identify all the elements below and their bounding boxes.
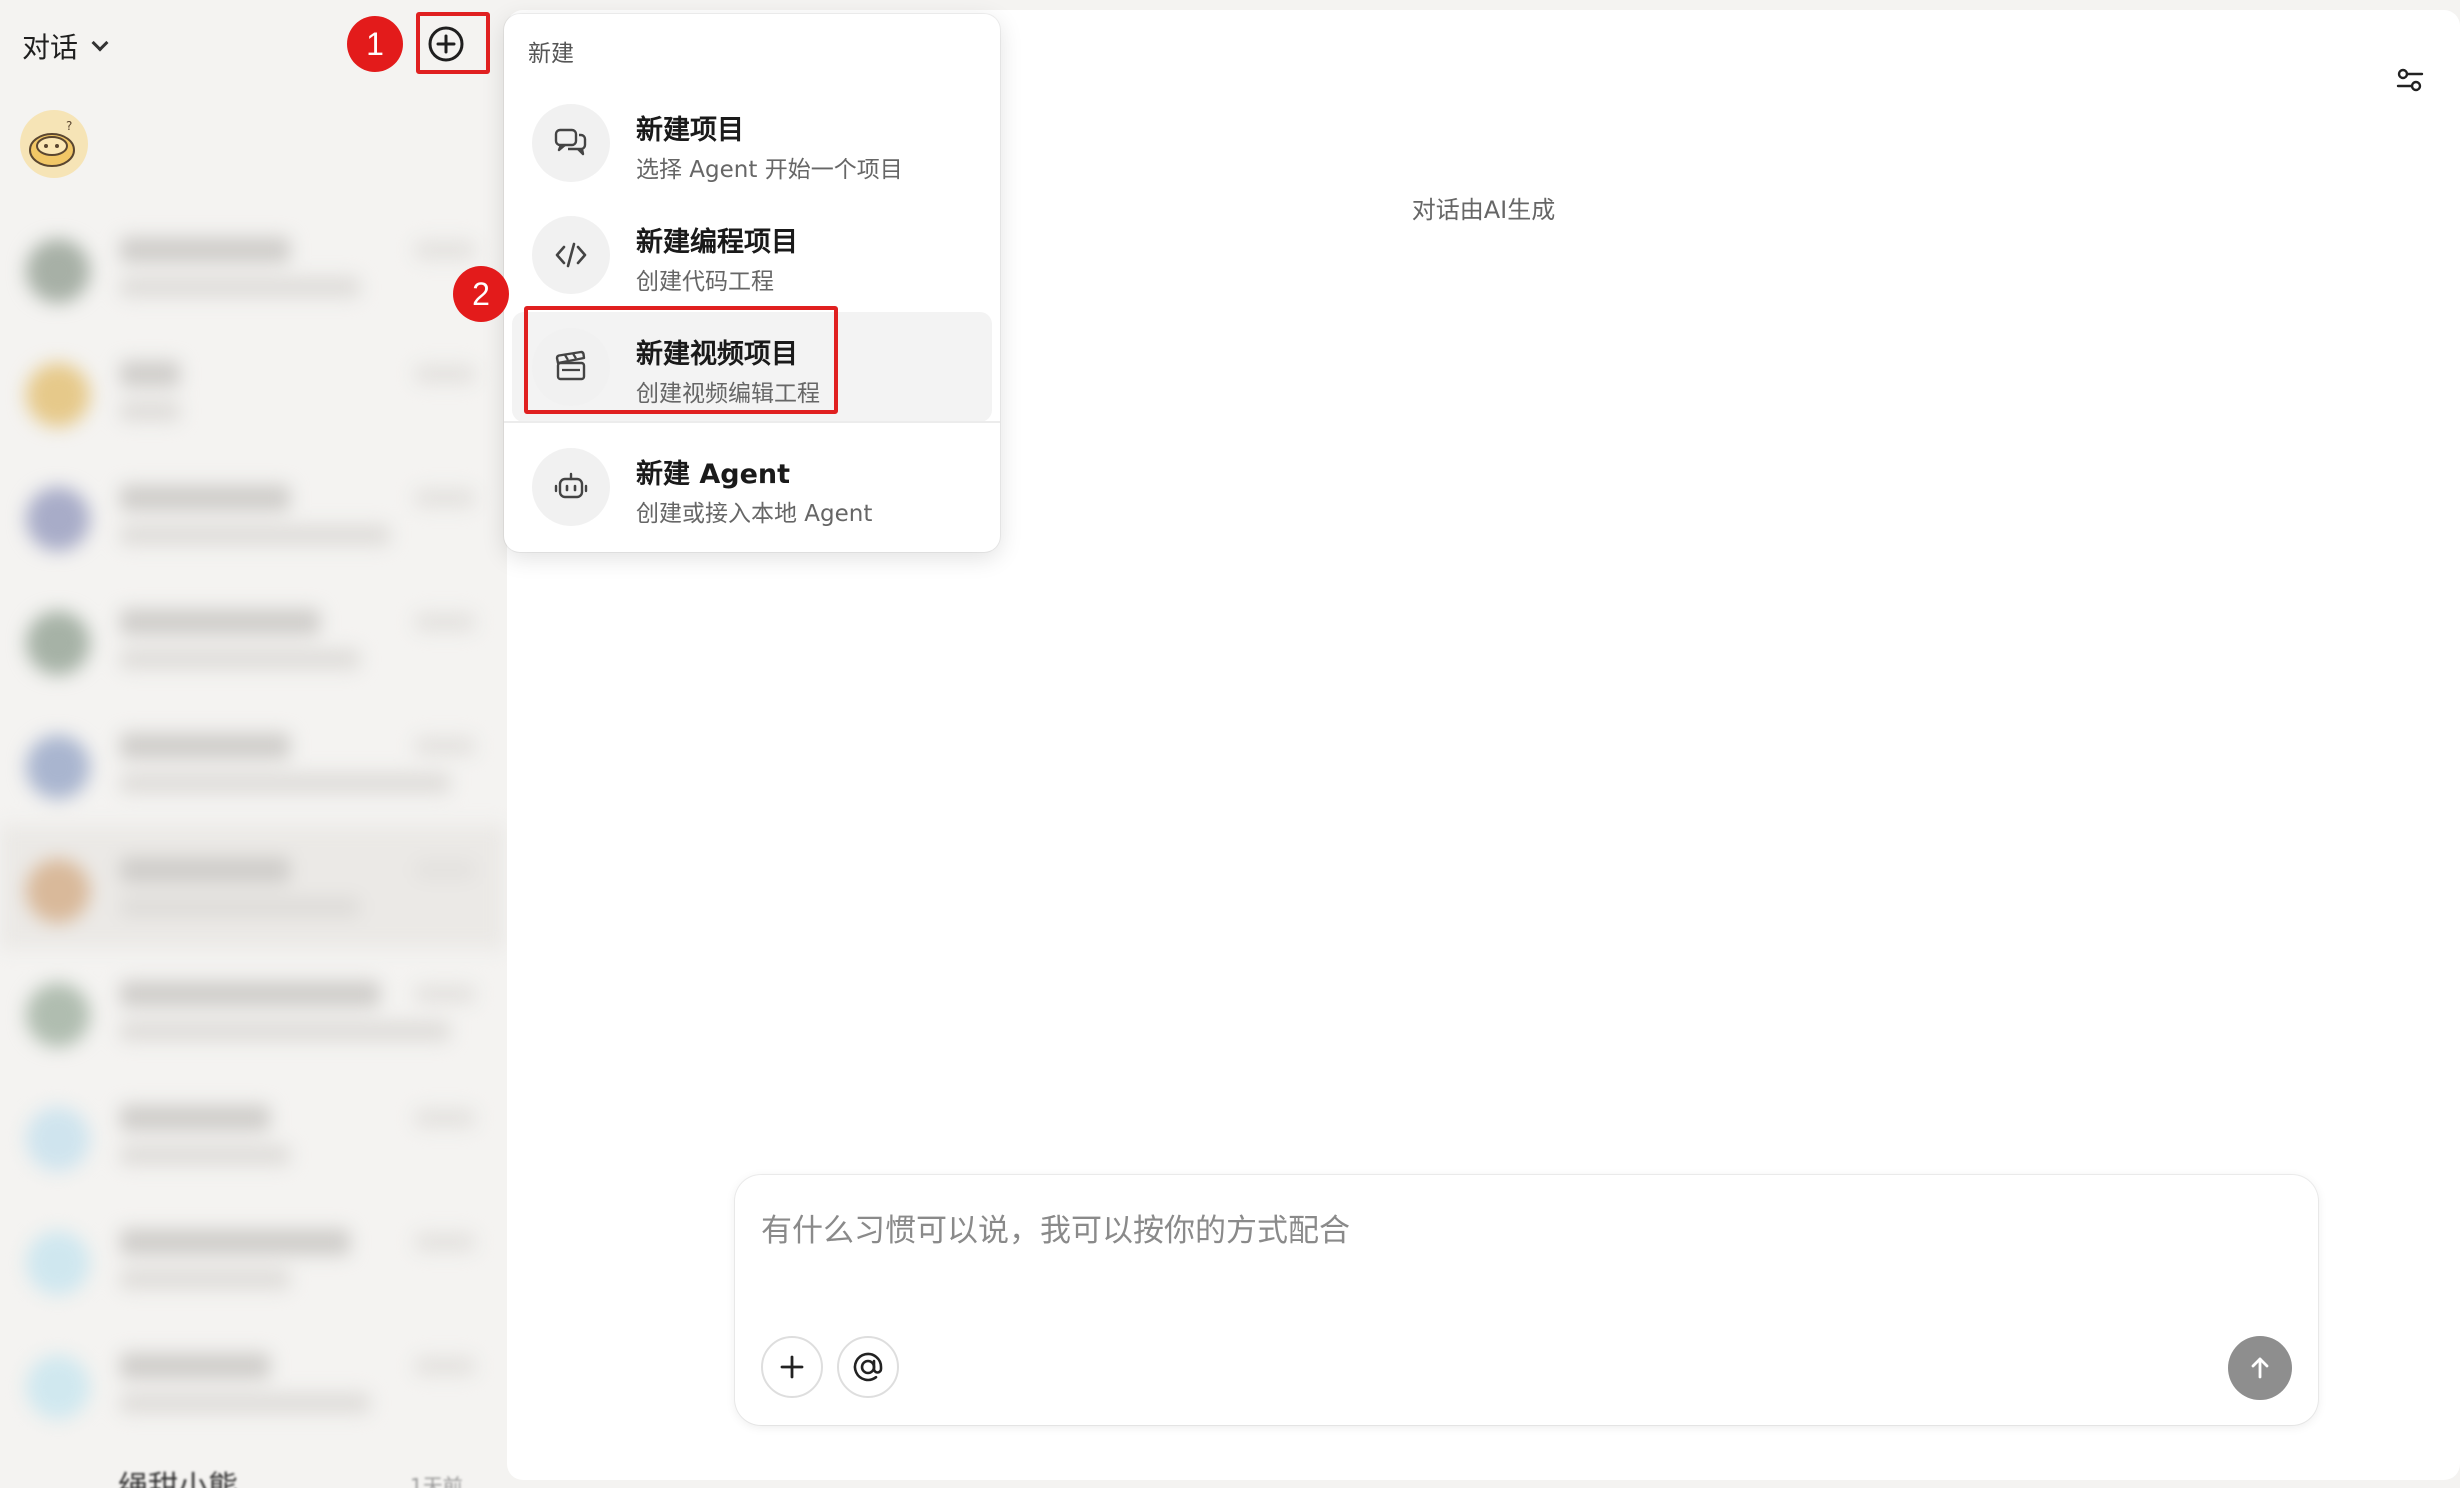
conversation-title-placeholder	[120, 237, 290, 263]
conversation-preview-placeholder	[120, 1269, 290, 1289]
settings-button[interactable]	[2390, 60, 2430, 100]
conversation-preview-placeholder	[120, 1145, 290, 1165]
conversation-time-placeholder	[415, 241, 475, 259]
sidebar: 对话 ? 绳甜小熊 1天前	[0, 0, 505, 1488]
send-button[interactable]	[2228, 1336, 2292, 1400]
avatar	[26, 363, 90, 427]
new-menu: 新建 新建项目 选择 Agent 开始一个项目 新建编程项目 创建代码工程 新建…	[504, 14, 1000, 552]
conversation-title-placeholder	[120, 981, 380, 1007]
conversation-time-placeholder	[415, 861, 475, 879]
conversation-time-placeholder	[415, 613, 475, 631]
sliders-icon	[2396, 68, 2424, 92]
avatar	[26, 1355, 90, 1419]
conversation-title-placeholder	[120, 485, 290, 511]
plus-icon	[780, 1355, 804, 1379]
menu-item-new-agent[interactable]: 新建 Agent 创建或接入本地 Agent	[512, 432, 992, 542]
menu-item-desc: 创建或接入本地 Agent	[636, 501, 873, 527]
at-sign-icon	[853, 1352, 883, 1382]
conversation-preview-placeholder	[120, 649, 360, 669]
conversation-time-placeholder	[415, 489, 475, 507]
conversation-item[interactable]	[0, 577, 505, 701]
conversation-item[interactable]	[0, 701, 505, 825]
arrow-up-icon	[2251, 1357, 2269, 1379]
svg-text:?: ?	[66, 119, 72, 133]
conversation-preview-placeholder	[120, 773, 450, 793]
conversation-title-placeholder	[120, 609, 320, 635]
avatar[interactable]: ?	[20, 110, 88, 178]
annotation-badge-2: 2	[453, 266, 509, 322]
conversation-item[interactable]	[0, 825, 505, 949]
conversation-title-placeholder	[120, 1105, 270, 1131]
conversation-title-placeholder	[120, 361, 180, 387]
avatar	[26, 735, 90, 799]
message-input[interactable]: 有什么习惯可以说，我可以按你的方式配合	[761, 1205, 1350, 1250]
conversation-item[interactable]	[0, 1073, 505, 1197]
menu-item-title: 新建 Agent	[636, 459, 791, 490]
conversation-preview-placeholder	[120, 1393, 370, 1413]
conversation-time-placeholder	[415, 737, 475, 755]
robot-icon	[532, 448, 610, 526]
conversation-item[interactable]	[0, 453, 505, 577]
avatar	[26, 1107, 90, 1171]
menu-divider	[504, 421, 1000, 423]
chat-bubbles-icon	[532, 104, 610, 182]
menu-item-new-code-project[interactable]: 新建编程项目 创建代码工程	[512, 200, 992, 310]
conversation-title-placeholder	[120, 1353, 270, 1379]
menu-item-title: 新建项目	[636, 115, 744, 146]
conversation-preview-placeholder	[120, 1021, 450, 1041]
sidebar-title: 对话	[22, 31, 79, 64]
avatar	[26, 611, 90, 675]
annotation-box-video-project	[524, 306, 838, 414]
menu-section-title: 新建	[528, 41, 574, 67]
chevron-down-icon	[91, 34, 109, 52]
avatar	[26, 983, 90, 1047]
attach-button[interactable]	[761, 1336, 823, 1398]
avatar	[26, 1231, 90, 1295]
avatar	[26, 859, 90, 923]
mention-button[interactable]	[837, 1336, 899, 1398]
message-composer[interactable]: 有什么习惯可以说，我可以按你的方式配合	[735, 1175, 2318, 1425]
conversation-item[interactable]	[0, 1321, 505, 1445]
conversation-item[interactable]	[0, 949, 505, 1073]
conversation-preview-placeholder	[120, 401, 180, 421]
menu-item-title: 新建编程项目	[636, 227, 798, 258]
conversation-time-placeholder	[415, 1109, 475, 1127]
conversation-preview-placeholder	[120, 525, 390, 545]
conversation-title-placeholder	[120, 1229, 350, 1255]
conversation-item-time: 1天前	[410, 1474, 463, 1488]
conversation-time-placeholder	[415, 365, 475, 383]
conversation-item[interactable]	[0, 1197, 505, 1321]
annotation-box-new-button	[416, 12, 490, 74]
conversation-item[interactable]	[0, 329, 505, 453]
conversation-time-placeholder	[415, 1357, 475, 1375]
conversation-dropdown[interactable]: 对话	[22, 26, 109, 66]
conversation-item-label[interactable]: 绳甜小熊	[118, 1462, 238, 1488]
annotation-badge-1: 1	[347, 16, 403, 72]
conversation-preview-placeholder	[120, 277, 360, 297]
menu-item-desc: 创建代码工程	[636, 269, 774, 295]
avatar	[26, 487, 90, 551]
conversation-preview-placeholder	[120, 897, 360, 917]
conversation-time-placeholder	[415, 985, 475, 1003]
agent-avatar-icon: ?	[29, 119, 75, 167]
conversation-time-placeholder	[415, 1233, 475, 1251]
conversation-list	[0, 205, 505, 1445]
menu-item-desc: 选择 Agent 开始一个项目	[636, 157, 903, 183]
menu-item-new-project[interactable]: 新建项目 选择 Agent 开始一个项目	[512, 88, 992, 198]
conversation-title-placeholder	[120, 733, 290, 759]
conversation-item[interactable]	[0, 205, 505, 329]
conversation-title-placeholder	[120, 857, 290, 883]
code-icon	[532, 216, 610, 294]
avatar	[26, 239, 90, 303]
